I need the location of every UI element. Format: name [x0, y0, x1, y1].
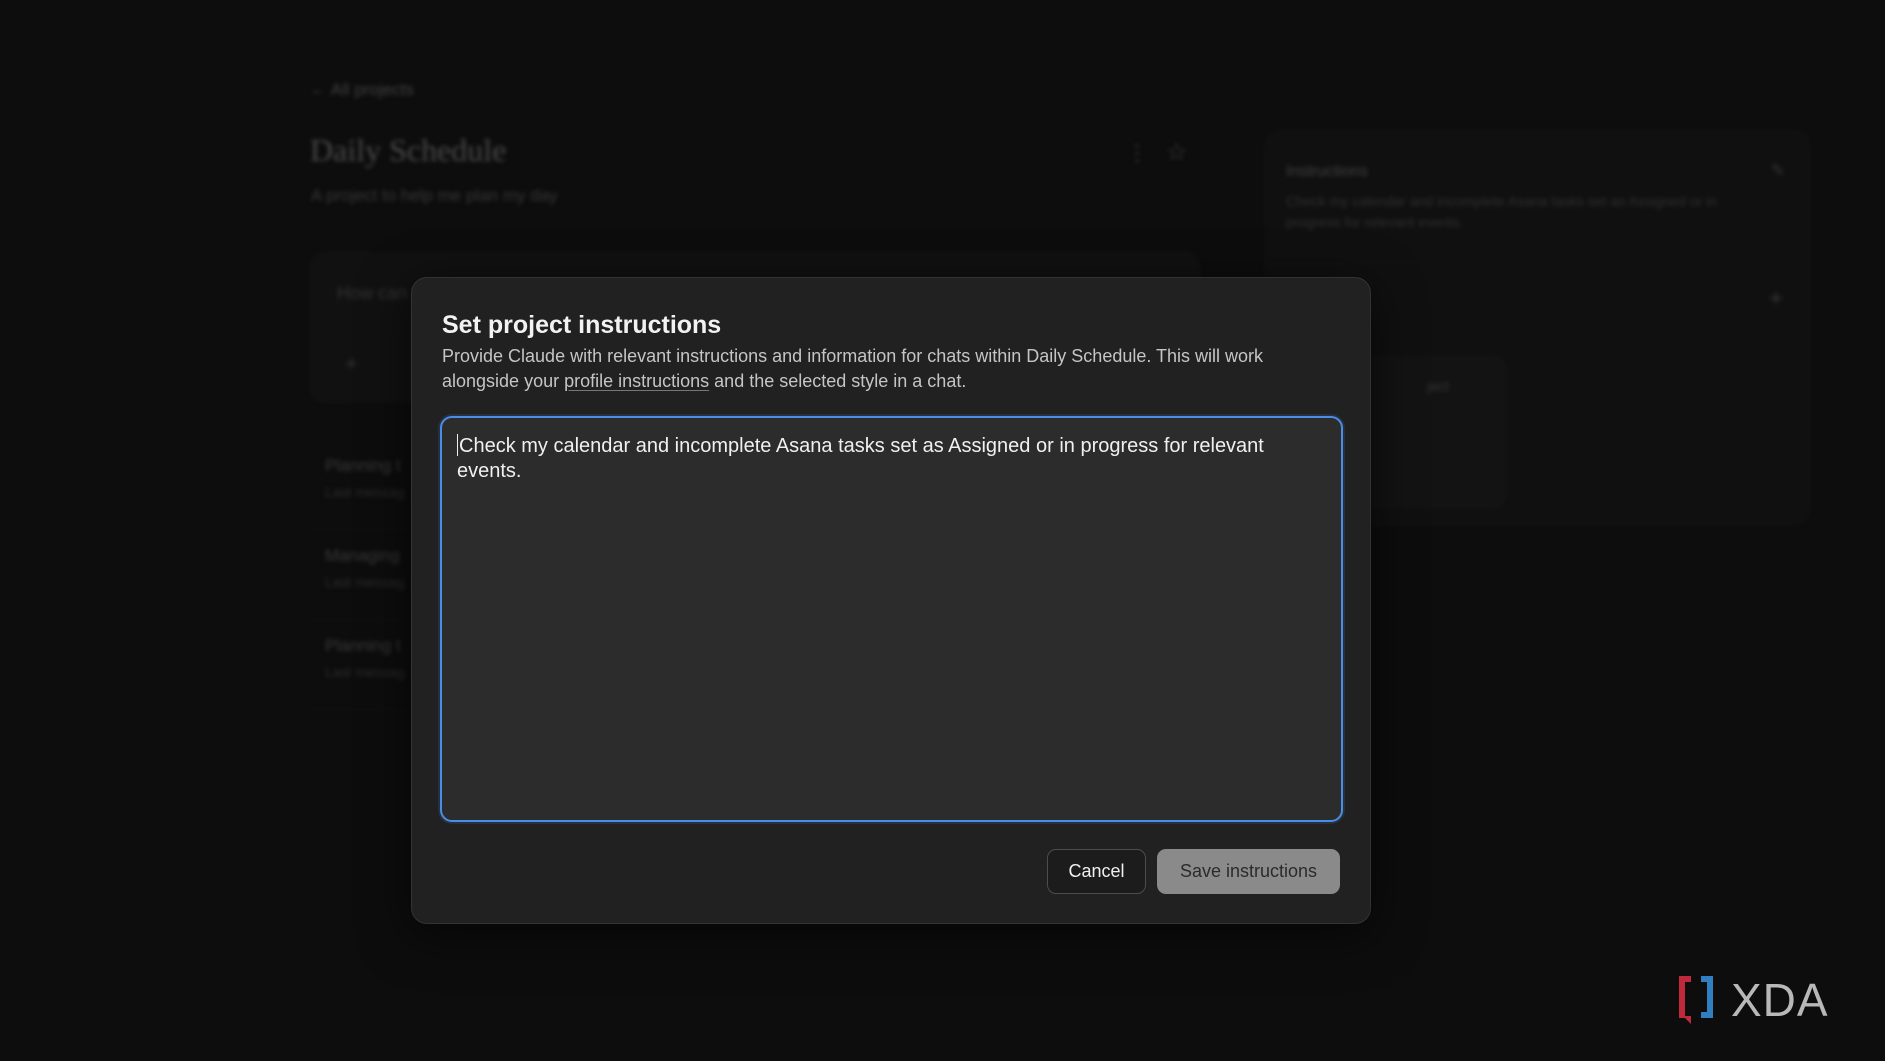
xda-logo: XDA — [1675, 972, 1829, 1028]
save-instructions-button[interactable]: Save instructions — [1157, 849, 1340, 894]
text-caret — [457, 434, 458, 456]
profile-instructions-link[interactable]: profile instructions — [564, 371, 709, 391]
app-screen: ← All projects Daily Schedule A project … — [0, 0, 1885, 1061]
dialog-description: Provide Claude with relevant instruction… — [442, 344, 1342, 394]
instructions-textarea[interactable]: Check my calendar and incomplete Asana t… — [440, 416, 1343, 822]
instructions-text: Check my calendar and incomplete Asana t… — [457, 435, 1264, 482]
description-text-end: and the selected style in a chat. — [709, 371, 967, 391]
dialog-title: Set project instructions — [442, 311, 722, 339]
set-instructions-dialog: Set project instructions Provide Claude … — [411, 277, 1371, 924]
xda-logo-text: XDA — [1731, 974, 1829, 1026]
xda-bracket-icon — [1679, 976, 1713, 1024]
cancel-button[interactable]: Cancel — [1047, 849, 1146, 894]
